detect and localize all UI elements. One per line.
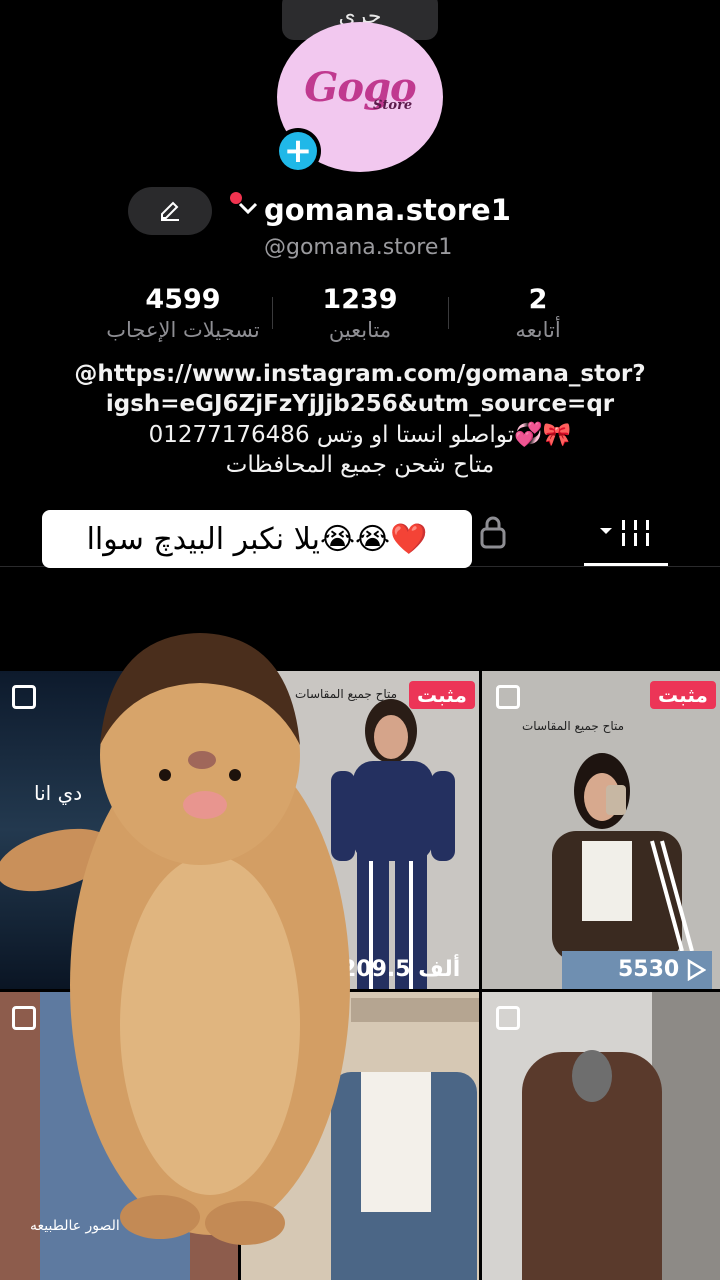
videos-grid-tab-icon[interactable] [600, 516, 656, 550]
followers-label: متابعين [328, 318, 392, 342]
thumbnail-overlay-text: متاح جميع المقاسات [522, 719, 625, 733]
bio-link-line-1[interactable]: @https://www.instagram.com/gomana_stor? [0, 361, 720, 387]
avatar-logo-subtext: Store [373, 98, 413, 113]
stats-divider [448, 297, 449, 329]
pinned-badge: مثبت [409, 681, 475, 709]
followers-count[interactable]: 1239 [280, 284, 440, 315]
profile-handle: @gomana.store1 [264, 235, 453, 260]
pencil-icon [161, 201, 179, 221]
play-icon [687, 959, 706, 981]
video-thumbnail[interactable]: مثبت 5530 متاح جميع المقاسات [482, 671, 720, 989]
stats-divider [272, 297, 273, 329]
video-caption-overlay: يلا نكبر البيدچ سواا😭😭❤️ [42, 510, 472, 568]
likes-count: 4599 [145, 284, 221, 315]
background-wall [652, 992, 720, 1280]
model-head-image [572, 1050, 612, 1102]
profile-username[interactable]: gomana.store1 [264, 193, 511, 227]
active-tab-indicator [584, 563, 668, 566]
view-count: 5530 [618, 957, 680, 982]
edit-profile-button[interactable] [128, 187, 212, 235]
likes-label: تسجيلات الإعجاب [106, 318, 260, 342]
plus-icon: + [279, 132, 317, 170]
pinned-badge: مثبت [650, 681, 716, 709]
multi-post-icon [496, 1006, 520, 1030]
hamster-sticker [0, 633, 350, 1245]
following-count[interactable]: 2 [460, 284, 616, 315]
video-thumbnail[interactable] [482, 992, 720, 1280]
bio-contact-line: تواصلو انستا او وتس 01277176486💞🎀 [148, 422, 572, 448]
model-figure-icon [552, 753, 712, 989]
lock-icon[interactable] [478, 514, 508, 550]
bio-link-line-2[interactable]: igsh=eGJ6ZjFzYjJjb256&utm_source=qr [0, 391, 720, 417]
add-story-button[interactable]: + [275, 128, 321, 174]
chevron-down-icon[interactable] [236, 198, 260, 218]
multi-post-icon [496, 685, 520, 709]
following-label: أتابعه [515, 318, 561, 342]
avatar-logo-text: Gogo [304, 64, 417, 111]
bio-shipping-line: متاح شحن جميع المحافظات [225, 452, 495, 478]
